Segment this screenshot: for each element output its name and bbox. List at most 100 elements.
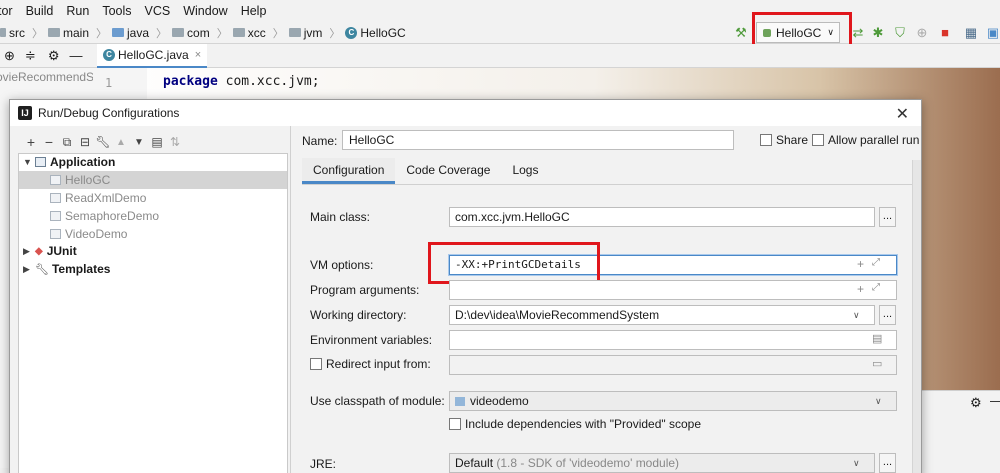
coverage-icon[interactable]: ⛉ [893, 26, 907, 40]
highlight-box-vm-options [428, 242, 600, 284]
move-up-icon[interactable]: ▲ [112, 137, 130, 148]
copy-icon[interactable]: ⧉ [58, 135, 76, 150]
tree-node-application[interactable]: ▼ Application [23, 153, 115, 171]
name-field[interactable]: HelloGC [342, 130, 734, 150]
program-arguments-field[interactable] [449, 280, 897, 300]
dialog-title-bar: IJ Run/Debug Configurations ✕ [10, 100, 921, 126]
document-icon[interactable]: ▤ [872, 332, 882, 345]
menu-tools[interactable]: Tools [102, 4, 138, 18]
jre-select[interactable]: Default (1.8 - SDK of 'videodemo' module… [449, 453, 875, 473]
menu-vcs[interactable]: VCS [145, 4, 178, 18]
move-down-icon[interactable]: ▼ [130, 137, 148, 148]
expand-plus-icon[interactable]: + [857, 257, 864, 271]
application-icon [35, 157, 46, 167]
share-checkbox[interactable]: Share [760, 133, 808, 147]
menu-editor[interactable]: tor [0, 4, 20, 18]
main-class-field[interactable]: com.xcc.jvm.HelloGC [449, 207, 875, 227]
expand-arrows-icon[interactable]: ⤢ [872, 282, 880, 293]
menu-window[interactable]: Window [183, 4, 234, 18]
include-dependencies-label: Include dependencies with "Provided" sco… [465, 417, 702, 431]
folder-icon[interactable]: ▤ [148, 135, 166, 149]
expand-plus-icon[interactable]: + [857, 282, 864, 296]
browse-main-class-button[interactable]: ... [879, 207, 896, 227]
project-structure-icon[interactable]: ▦ [964, 26, 978, 40]
chevron-down-icon[interactable]: ∨ [853, 458, 860, 469]
editor-tab-hellogc[interactable]: C HelloGC.java × [97, 44, 208, 68]
expand-arrows-icon[interactable]: ⤢ [872, 257, 880, 268]
classpath-module-select[interactable]: videodemo [449, 391, 897, 411]
tab-configuration[interactable]: Configuration [302, 158, 396, 184]
menu-help[interactable]: Help [241, 4, 274, 18]
breadcrumb-xcc[interactable]: xcc [232, 26, 266, 40]
folder-icon [0, 28, 6, 37]
tab-logs[interactable]: Logs [501, 158, 549, 184]
remove-icon[interactable]: − [40, 134, 58, 150]
gear-icon[interactable]: ⚙ [48, 48, 60, 64]
chevron-right-icon: 〉 [96, 27, 108, 40]
browse-jre-button[interactable]: ... [879, 453, 896, 473]
tree-node-config-semaphoredemo[interactable]: SemaphoreDemo [50, 207, 159, 225]
layout-icon[interactable]: ▣ [986, 26, 1000, 40]
collapse-icon[interactable]: ≑ [25, 48, 36, 64]
main-class-label: Main class: [310, 210, 371, 224]
save-icon[interactable]: ⊟ [76, 135, 94, 149]
splitter[interactable] [290, 126, 291, 473]
redirect-input-checkbox[interactable]: Redirect input from: [310, 357, 431, 371]
build-hammer-icon[interactable]: ⚒ [734, 26, 748, 40]
classpath-module-value: videodemo [470, 394, 529, 408]
tree-node-label: VideoDemo [65, 227, 128, 241]
folder-icon [48, 28, 60, 37]
chevron-right-icon: 〉 [216, 27, 228, 40]
project-root-label[interactable]: ovieRecommendS [0, 70, 93, 84]
breadcrumb-label: HelloGC [360, 25, 406, 40]
scrollbar[interactable] [912, 160, 921, 473]
browse-working-directory-button[interactable]: ... [879, 305, 896, 325]
tree-node-junit[interactable]: ▶ ◆ JUnit [23, 242, 77, 260]
menu-run[interactable]: Run [66, 4, 96, 18]
stop-icon[interactable]: ■ [938, 26, 952, 40]
tree-node-templates[interactable]: ▶ 🔧︎ Templates [23, 260, 110, 278]
working-directory-field[interactable]: D:\dev\idea\MovieRecommendSystem [449, 305, 875, 325]
allow-parallel-run-checkbox[interactable]: Allow parallel run [812, 133, 919, 147]
close-icon[interactable]: ✕ [896, 104, 909, 124]
chevron-down-icon[interactable]: ∨ [875, 396, 882, 407]
close-icon[interactable]: × [195, 49, 201, 61]
working-directory-label: Working directory: [310, 308, 407, 322]
application-icon [50, 229, 61, 239]
minimize-icon[interactable]: — [990, 393, 1000, 408]
chevron-right-icon: 〉 [156, 27, 168, 40]
class-icon: C [103, 49, 115, 61]
sort-icon[interactable]: ⇅ [166, 135, 184, 149]
include-provided-dependencies-checkbox[interactable]: Include dependencies with "Provided" sco… [449, 417, 701, 431]
tree-node-config-readxmldemo[interactable]: ReadXmlDemo [50, 189, 146, 207]
name-label: Name: [302, 134, 338, 148]
checkbox-box [812, 134, 824, 146]
tree-node-label: Application [50, 155, 116, 169]
tree-node-label: ReadXmlDemo [65, 191, 147, 205]
wrench-icon[interactable]: 🔧︎ [94, 135, 112, 149]
dialog-title: Run/Debug Configurations [38, 106, 180, 120]
breadcrumb-main[interactable]: main [48, 26, 89, 40]
rerun-icon[interactable]: ⇄ [851, 26, 865, 40]
profile-icon[interactable]: ⊕ [915, 26, 929, 40]
breadcrumb-src[interactable]: src [0, 26, 25, 40]
environment-variables-field[interactable] [449, 330, 897, 350]
chevron-down-icon[interactable]: ∨ [853, 310, 860, 321]
debug-bug-icon[interactable]: ✱ [871, 26, 885, 40]
folder-icon [288, 28, 301, 37]
breadcrumb-java[interactable]: java [112, 26, 149, 40]
parallel-label: Allow parallel run [828, 133, 920, 147]
tree-node-config-videodemo[interactable]: VideoDemo [50, 225, 127, 243]
minimize-icon[interactable]: — [69, 48, 82, 63]
globe-icon[interactable]: ⊕ [4, 48, 15, 64]
tree-node-config-hellogc[interactable]: HelloGC [19, 171, 287, 189]
add-icon[interactable]: + [22, 134, 40, 150]
breadcrumb-com[interactable]: com [172, 26, 210, 40]
menu-build[interactable]: Build [26, 4, 61, 18]
gear-icon[interactable]: ⚙ [970, 395, 982, 411]
checkbox-box [310, 358, 322, 370]
redirect-input-label: Redirect input from: [326, 357, 431, 371]
breadcrumb-jvm[interactable]: jvm [288, 26, 322, 40]
breadcrumb-hellogc[interactable]: C HelloGC [345, 25, 406, 40]
tab-code-coverage[interactable]: Code Coverage [395, 158, 501, 184]
